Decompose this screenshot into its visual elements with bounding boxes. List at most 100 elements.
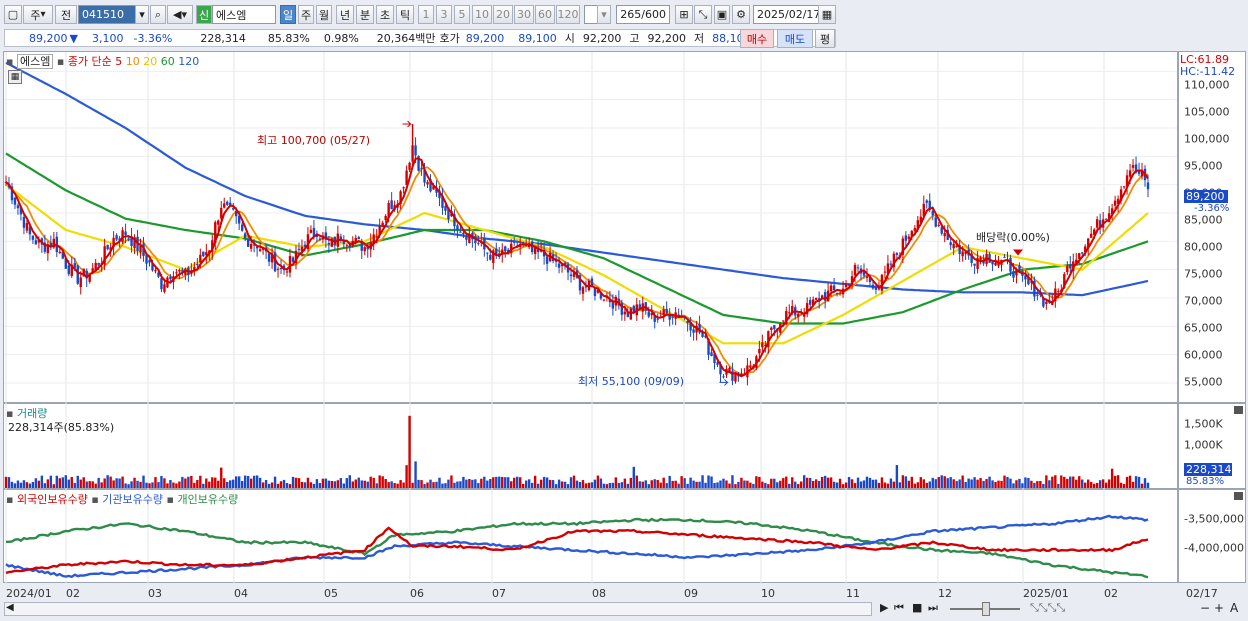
volume-bar bbox=[327, 480, 331, 488]
volume-bar bbox=[366, 481, 369, 488]
volume-bar bbox=[701, 475, 704, 488]
volume-bar bbox=[940, 475, 943, 488]
nav-play-icon[interactable]: ▶ bbox=[880, 601, 888, 614]
volume-bar bbox=[533, 475, 537, 488]
candle-body bbox=[1113, 200, 1117, 206]
volume-bar bbox=[4, 476, 8, 488]
volume-bar bbox=[892, 481, 896, 488]
volume-bar bbox=[67, 479, 70, 488]
candle-body bbox=[1012, 271, 1015, 278]
volume-bar bbox=[958, 479, 961, 488]
volume-bar bbox=[1009, 478, 1012, 488]
volume-bar bbox=[641, 481, 644, 488]
volume-bar bbox=[450, 475, 453, 488]
volume-bar bbox=[898, 482, 902, 488]
volume-bar bbox=[692, 480, 695, 488]
volume-bar bbox=[510, 481, 513, 488]
candle-body bbox=[426, 181, 429, 185]
volume-bar bbox=[288, 484, 292, 488]
volume-bar bbox=[985, 479, 988, 488]
x-tick: 09 bbox=[684, 587, 698, 600]
drawing-tools-icon[interactable]: ⤡⤡⤡⤡ bbox=[1030, 601, 1065, 615]
volume-bar bbox=[955, 481, 958, 488]
x-tick: 02 bbox=[1104, 587, 1118, 600]
candle-body bbox=[1122, 186, 1126, 188]
volume-bar bbox=[109, 476, 112, 488]
legend-ma-120: 120 bbox=[178, 55, 200, 68]
volume-bar bbox=[324, 478, 328, 488]
volume-panel-close-icon[interactable] bbox=[1234, 406, 1243, 414]
volume-bar bbox=[1063, 476, 1066, 488]
candle-body bbox=[13, 197, 17, 205]
candle-body bbox=[169, 276, 172, 280]
candle-body bbox=[692, 329, 695, 333]
volume-bar bbox=[1140, 483, 1144, 488]
volume-bar bbox=[226, 481, 229, 488]
candle-body bbox=[949, 242, 952, 246]
candle-body bbox=[814, 297, 818, 300]
horizontal-scrollbar[interactable] bbox=[4, 602, 872, 616]
high-arrow bbox=[402, 120, 412, 128]
volume-bar bbox=[662, 477, 665, 488]
zoom-in-icon[interactable]: + bbox=[1214, 601, 1224, 615]
volume-bar bbox=[405, 465, 408, 488]
volume-bar bbox=[184, 478, 187, 488]
hc-value: HC:-11.42 bbox=[1180, 65, 1236, 78]
volume-bar bbox=[342, 483, 346, 488]
candle-body bbox=[797, 313, 800, 317]
font-size-icon[interactable]: A bbox=[1230, 601, 1238, 615]
volume-bar bbox=[414, 461, 417, 488]
volume-bar bbox=[650, 480, 653, 488]
holdings-panel-close-icon[interactable] bbox=[1234, 492, 1243, 500]
grid-toggle-icon[interactable]: ▦ bbox=[8, 70, 22, 84]
y-tick: 105,000 bbox=[1184, 105, 1230, 119]
candle-body bbox=[877, 288, 881, 290]
volume-bar bbox=[52, 484, 56, 488]
nav-rewind-icon[interactable]: ⏮ bbox=[894, 601, 904, 615]
volume-bar bbox=[19, 482, 23, 488]
volume-bar bbox=[1084, 482, 1087, 488]
candle-body bbox=[226, 201, 229, 205]
candle-body bbox=[291, 257, 295, 262]
volume-bar bbox=[764, 482, 767, 488]
volume-bar bbox=[426, 482, 429, 488]
volume-bar bbox=[901, 475, 905, 488]
candle-body bbox=[22, 217, 26, 228]
volume-bar bbox=[943, 476, 946, 488]
volume-bar bbox=[805, 477, 809, 488]
volume-bar bbox=[919, 477, 922, 488]
y-tick: 110,000 bbox=[1184, 78, 1230, 92]
volume-bar bbox=[142, 475, 145, 488]
volume-bar bbox=[402, 482, 405, 488]
candle-body bbox=[835, 292, 839, 294]
volume-bar bbox=[1036, 481, 1039, 488]
x-tick: 06 bbox=[410, 587, 424, 600]
candle-body bbox=[390, 200, 393, 210]
volume-bar bbox=[829, 477, 833, 488]
volume-bar bbox=[889, 478, 893, 488]
scroll-left-icon[interactable]: ◀ bbox=[6, 602, 14, 613]
candle-body bbox=[647, 311, 650, 317]
volume-bar bbox=[7, 477, 11, 488]
volume-bar bbox=[566, 484, 570, 488]
candle-body bbox=[309, 229, 313, 233]
volume-bar bbox=[629, 477, 633, 488]
candle-body bbox=[662, 309, 665, 316]
candle-body bbox=[154, 270, 157, 272]
current-price-tag: 89,200 bbox=[1184, 190, 1228, 203]
chart-canvas[interactable] bbox=[0, 0, 1248, 621]
candle-body bbox=[67, 265, 70, 275]
nav-stop-icon[interactable]: ■ bbox=[912, 601, 922, 614]
volume-bar bbox=[73, 483, 76, 488]
volume-bar bbox=[486, 480, 489, 488]
holdings-legend: ▪ 외국인보유수량 ▪ 기관보유수량 ▪ 개인보유수량 bbox=[6, 491, 238, 507]
volume-bar bbox=[850, 479, 854, 488]
volume-bar bbox=[64, 475, 67, 488]
zoom-out-icon[interactable]: − bbox=[1200, 601, 1210, 615]
nav-forward-icon[interactable]: ⏭ bbox=[928, 601, 938, 615]
current-pct-tag: -3.36% bbox=[1194, 203, 1230, 214]
volume-bar bbox=[357, 477, 360, 488]
zoom-slider-handle[interactable] bbox=[982, 602, 990, 616]
volume-bar bbox=[803, 475, 806, 488]
volume-bar bbox=[1027, 477, 1030, 488]
